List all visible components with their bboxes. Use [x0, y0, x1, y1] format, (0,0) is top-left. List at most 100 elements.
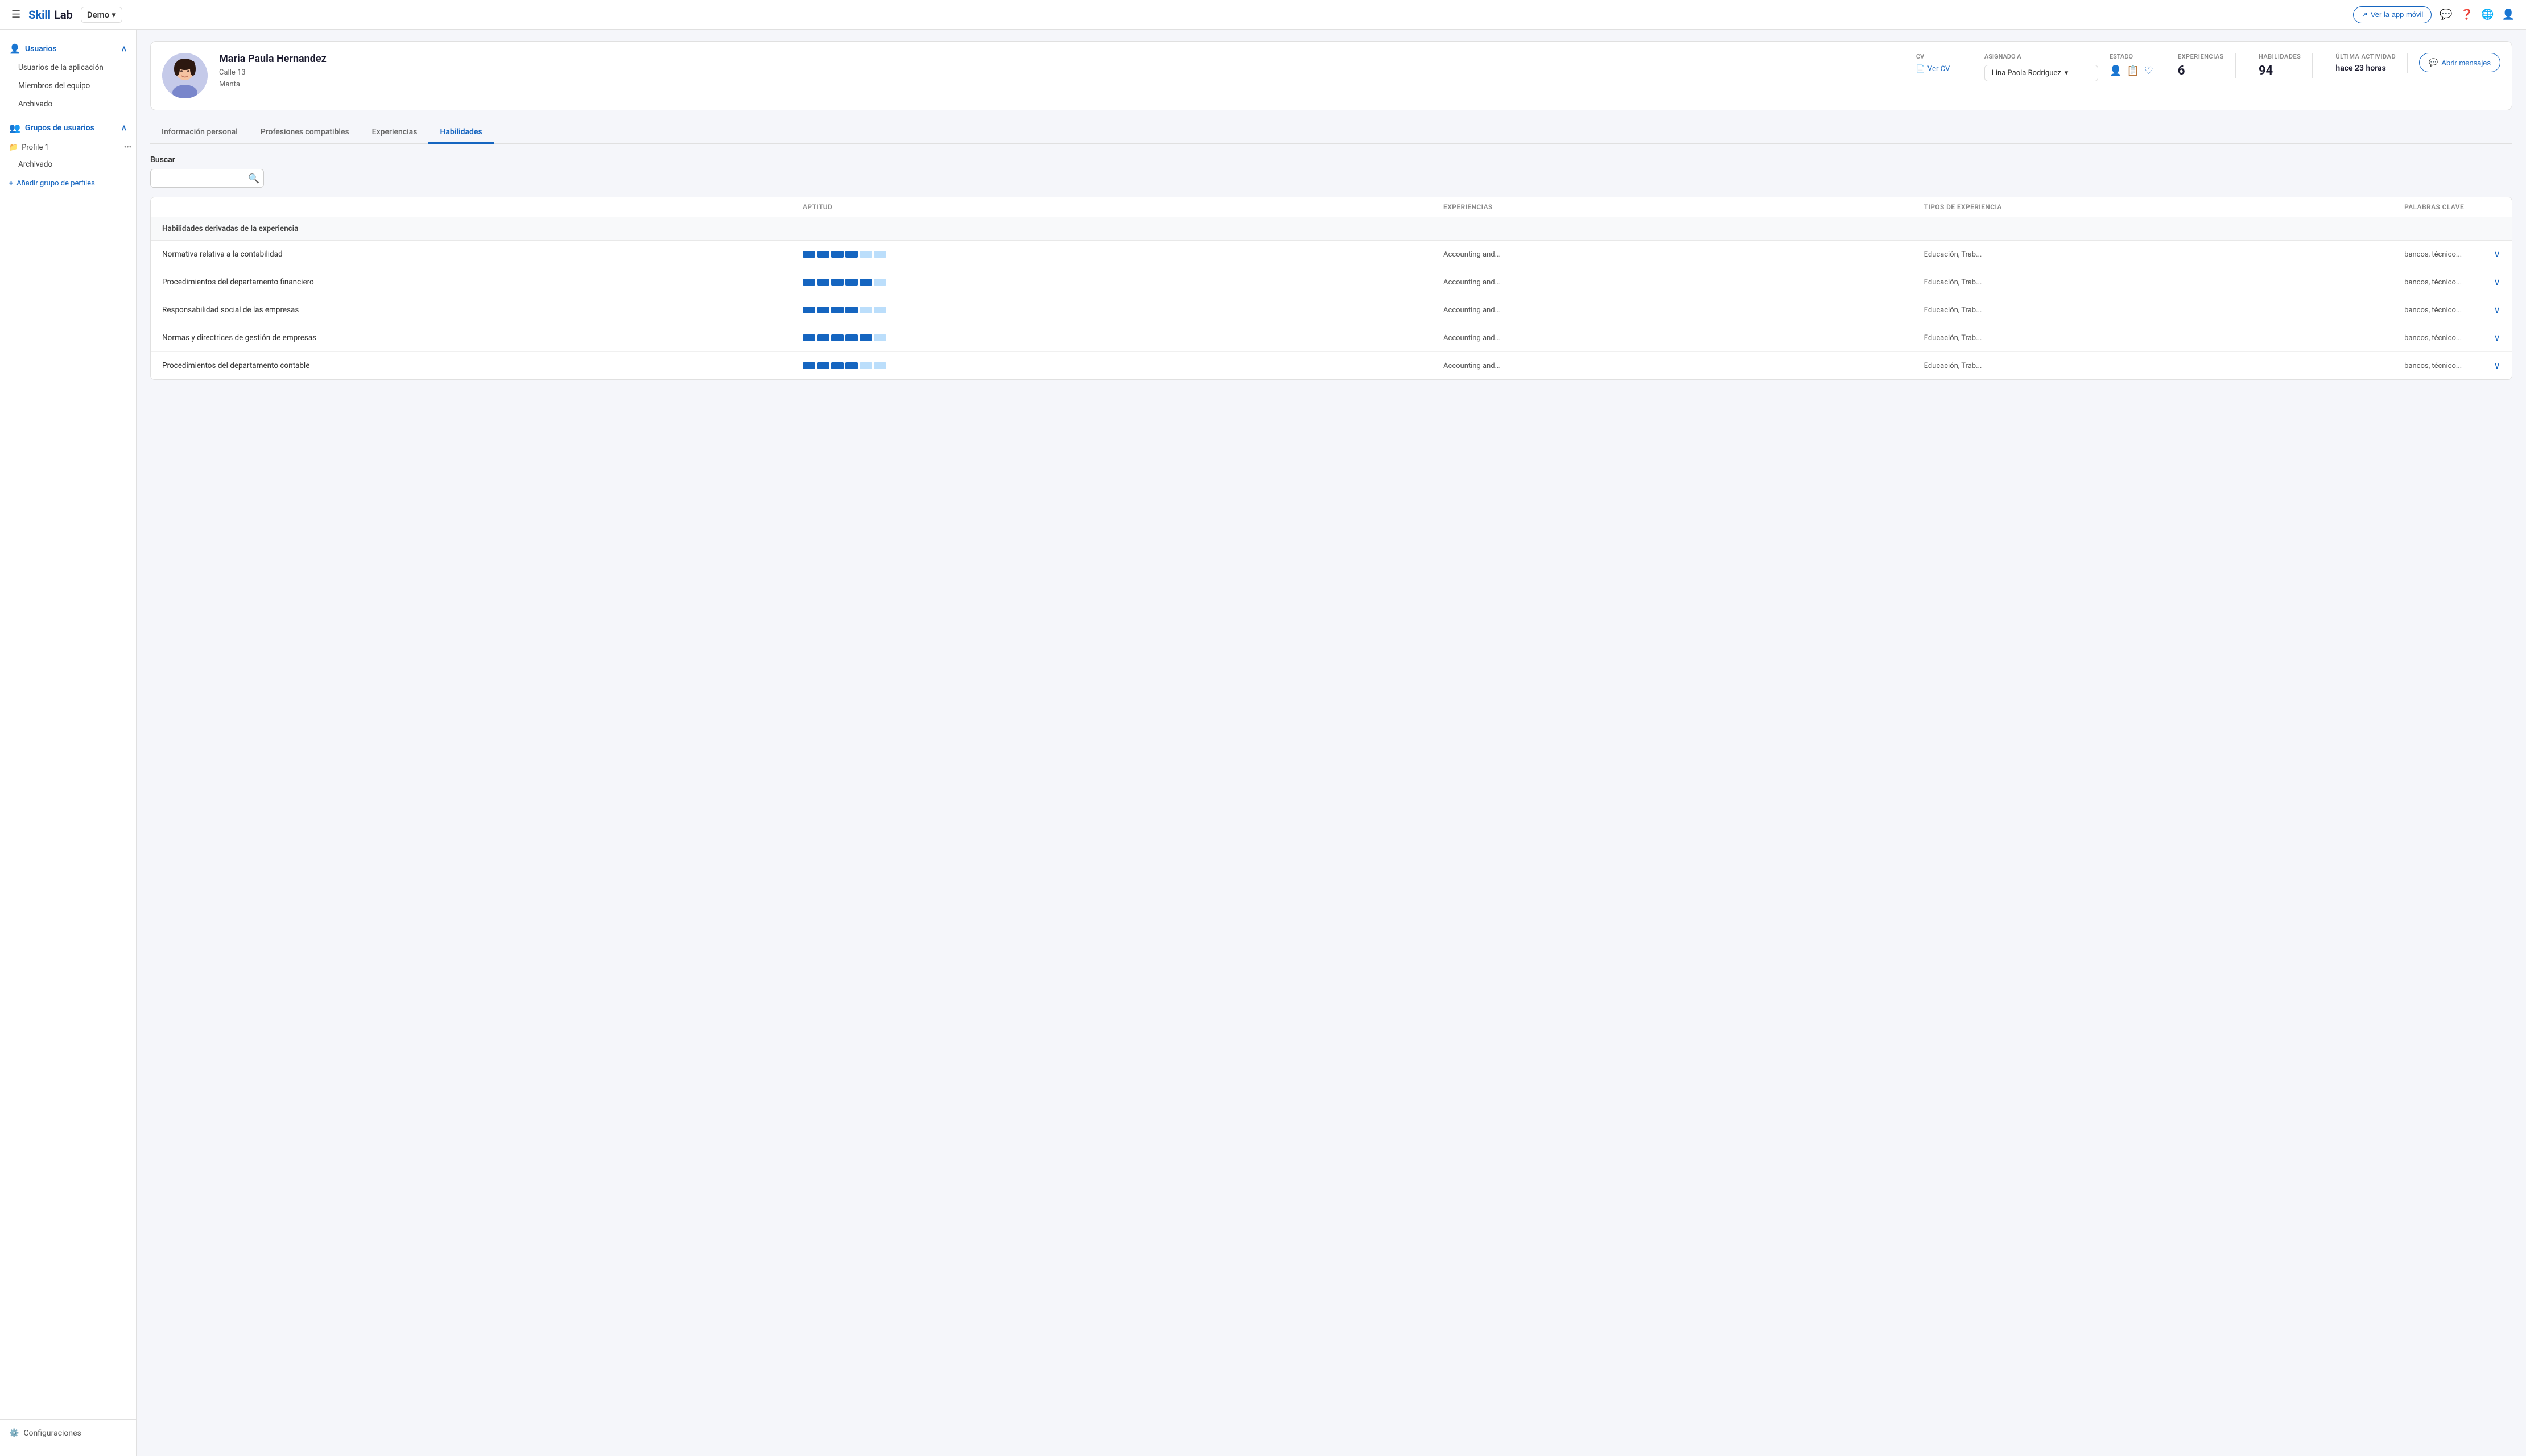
sidebar-top: 👤 Usuarios ∧ Usuarios de la aplicación M… [0, 39, 136, 196]
bar [817, 251, 829, 258]
message-icon: 💬 [2429, 58, 2438, 67]
bar [831, 362, 844, 369]
open-message-button[interactable]: 💬 Abrir mensajes [2419, 53, 2500, 72]
expand-row-button[interactable]: ∨ [2494, 332, 2500, 344]
search-section: Buscar 🔍 [150, 155, 2512, 188]
sidebar-add-group[interactable]: + Añadir grupo de perfiles [0, 176, 136, 191]
bar [860, 307, 872, 313]
bar [831, 279, 844, 286]
bar [831, 334, 844, 341]
bar [817, 307, 829, 313]
main-content: Maria Paula Hernandez Calle 13 Manta CV … [137, 30, 2526, 1456]
tab-info-personal[interactable]: Información personal [150, 122, 249, 144]
cv-section: CV 📄 Ver CV [1916, 53, 1973, 73]
estado-user-icon[interactable]: 👤 [2110, 65, 2122, 77]
tab-habilidades[interactable]: Habilidades [428, 122, 493, 144]
sidebar-item-team-members[interactable]: Miembros del equipo [0, 77, 136, 95]
aptitud-bars [803, 251, 1443, 258]
gear-icon: ⚙️ [9, 1429, 19, 1438]
sidebar-bottom: ⚙️ Configuraciones [0, 1419, 136, 1447]
demo-selector[interactable]: Demo ▾ [81, 7, 122, 23]
bar [803, 334, 815, 341]
layout: 👤 Usuarios ∧ Usuarios de la aplicación M… [0, 30, 2526, 1456]
tabs: Información personal Profesiones compati… [150, 122, 2512, 144]
chevron-up-icon: ∧ [121, 44, 127, 53]
cell-palabras: bancos, técnico...∨ [2404, 304, 2500, 316]
habilidades-stat: HABILIDADES 94 [2247, 53, 2313, 78]
bar [860, 251, 872, 258]
external-link-icon: ↗ [2362, 10, 2368, 19]
topnav: ☰ SkillLab Demo ▾ ↗ Ver la app móvil 💬 ❓… [0, 0, 2526, 30]
search-label: Buscar [150, 155, 2512, 164]
user-icon[interactable]: 👤 [2502, 9, 2515, 20]
app-movil-button[interactable]: ↗ Ver la app móvil [2353, 6, 2432, 23]
chat-icon[interactable]: 💬 [2440, 9, 2452, 20]
sidebar-item-archived-groups[interactable]: Archivado [0, 155, 136, 173]
sidebar-item-app-users[interactable]: Usuarios de la aplicación [0, 59, 136, 77]
th-skill [162, 203, 803, 211]
estado-icons: 👤 📋 ♡ [2110, 65, 2155, 77]
table-row: Responsabilidad social de las empresasAc… [151, 296, 2512, 324]
bar [860, 279, 872, 286]
help-icon[interactable]: ❓ [2461, 9, 2473, 20]
bar [874, 334, 886, 341]
user-name: Maria Paula Hernandez [219, 53, 1905, 65]
th-tipos: Tipos de experiencia [1924, 203, 2405, 211]
bar [874, 251, 886, 258]
sidebar-item-profile1[interactable]: 📁 Profile 1 ••• [0, 140, 136, 155]
bar [803, 279, 815, 286]
ultima-actividad-stat: ÚLTIMA ACTIVIDAD hace 23 horas [2324, 53, 2408, 73]
cell-palabras: bancos, técnico...∨ [2404, 249, 2500, 260]
estado-label: ESTADO [2110, 53, 2155, 60]
sidebar-item-archived-users[interactable]: Archivado [0, 95, 136, 113]
bar [874, 279, 886, 286]
search-button[interactable]: 🔍 [248, 173, 259, 184]
cell-palabras: bancos, técnico...∨ [2404, 276, 2500, 288]
skill-name: Procedimientos del departamento financie… [162, 278, 803, 287]
globe-icon[interactable]: 🌐 [2481, 9, 2494, 20]
sidebar: 👤 Usuarios ∧ Usuarios de la aplicación M… [0, 30, 137, 1456]
bar [845, 251, 858, 258]
skill-name: Procedimientos del departamento contable [162, 361, 803, 370]
cell-tipos: Educación, Trab... [1924, 334, 2405, 342]
table-header: Aptitud Experiencias Tipos de experienci… [151, 197, 2512, 217]
skills-table: Aptitud Experiencias Tipos de experienci… [150, 197, 2512, 380]
sidebar-group-grupos[interactable]: 👥 Grupos de usuarios ∧ [0, 118, 136, 138]
bar [817, 334, 829, 341]
estado-doc-icon[interactable]: 📋 [2127, 65, 2139, 77]
th-experiencias: Experiencias [1443, 203, 1924, 211]
table-row: Procedimientos del departamento contable… [151, 352, 2512, 379]
expand-row-button[interactable]: ∨ [2494, 304, 2500, 316]
bar [831, 251, 844, 258]
table-row: Normativa relativa a la contabilidadAcco… [151, 241, 2512, 268]
cv-label: CV [1916, 53, 1973, 60]
sidebar-config[interactable]: ⚙️ Configuraciones [9, 1429, 127, 1438]
sidebar-section-groups: 👥 Grupos de usuarios ∧ 📁 Profile 1 ••• A… [0, 118, 136, 191]
sidebar-group-usuarios[interactable]: 👤 Usuarios ∧ [0, 39, 136, 59]
more-options-icon[interactable]: ••• [124, 143, 131, 152]
cell-experiencias: Accounting and... [1443, 278, 1924, 287]
hamburger-icon[interactable]: ☰ [11, 9, 20, 20]
cv-link[interactable]: 📄 Ver CV [1916, 65, 1973, 73]
bar [860, 362, 872, 369]
cell-experiencias: Accounting and... [1443, 362, 1924, 370]
document-icon: 📄 [1916, 65, 1925, 73]
expand-row-button[interactable]: ∨ [2494, 276, 2500, 288]
folder-icon: 📁 [9, 143, 18, 152]
tab-experiencias[interactable]: Experiencias [361, 122, 429, 144]
search-input[interactable] [150, 169, 264, 188]
estado-heart-icon[interactable]: ♡ [2144, 65, 2153, 77]
bar [845, 307, 858, 313]
user-info: Maria Paula Hernandez Calle 13 Manta [219, 53, 1905, 91]
asignado-select[interactable]: Lina Paola Rodriguez ▾ [1984, 65, 2098, 81]
chevron-up-icon2: ∧ [121, 123, 127, 133]
skill-name: Normativa relativa a la contabilidad [162, 250, 803, 259]
avatar [162, 53, 208, 98]
aptitud-bars [803, 362, 1443, 369]
expand-row-button[interactable]: ∨ [2494, 360, 2500, 371]
expand-row-button[interactable]: ∨ [2494, 249, 2500, 260]
brand-name-part2: Lab [54, 8, 73, 22]
tab-profesiones[interactable]: Profesiones compatibles [249, 122, 361, 144]
cell-tipos: Educación, Trab... [1924, 278, 2405, 287]
sidebar-usuarios-items: Usuarios de la aplicación Miembros del e… [0, 59, 136, 113]
